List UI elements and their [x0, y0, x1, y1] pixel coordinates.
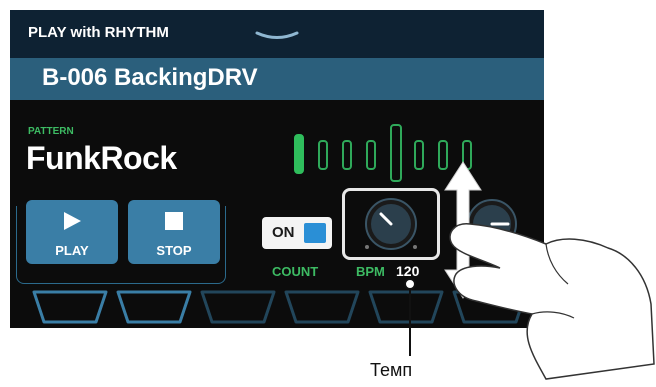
toggle-on-label: ON: [272, 224, 295, 241]
pattern-label: PATTERN: [28, 126, 74, 137]
pattern-name[interactable]: FunkRock: [26, 140, 177, 177]
stop-label: STOP: [156, 243, 192, 258]
beat-indicator-5: [390, 124, 402, 182]
play-icon: [64, 212, 81, 230]
song-name: B-006 BackingDRV: [42, 64, 258, 91]
stop-icon: [165, 212, 183, 230]
beat-indicator-1: [294, 134, 304, 174]
callout-line: [404, 278, 416, 356]
song-name-bar[interactable]: B-006 BackingDRV: [10, 58, 544, 100]
play-button[interactable]: PLAY: [26, 200, 118, 264]
stop-button[interactable]: STOP: [128, 200, 220, 264]
chevron-down-icon[interactable]: [255, 30, 299, 42]
beat-indicator-6: [414, 140, 424, 170]
count-label: COUNT: [272, 264, 319, 279]
play-label: PLAY: [55, 243, 89, 258]
toggle-knob: [304, 223, 326, 243]
screen-title: PLAY with RHYTHM: [28, 24, 169, 41]
beat-indicator-2: [318, 140, 328, 170]
bpm-knob[interactable]: [359, 194, 423, 254]
bpm-label: BPM: [356, 264, 385, 279]
tempo-callout-label: Темп: [370, 360, 413, 380]
beat-indicator-3: [342, 140, 352, 170]
count-toggle[interactable]: ON: [262, 217, 332, 249]
bpm-value: 120: [396, 263, 420, 279]
beat-indicator-4: [366, 140, 376, 170]
finger-hand-icon: [449, 223, 655, 380]
header-bar: PLAY with RHYTHM: [10, 10, 544, 58]
